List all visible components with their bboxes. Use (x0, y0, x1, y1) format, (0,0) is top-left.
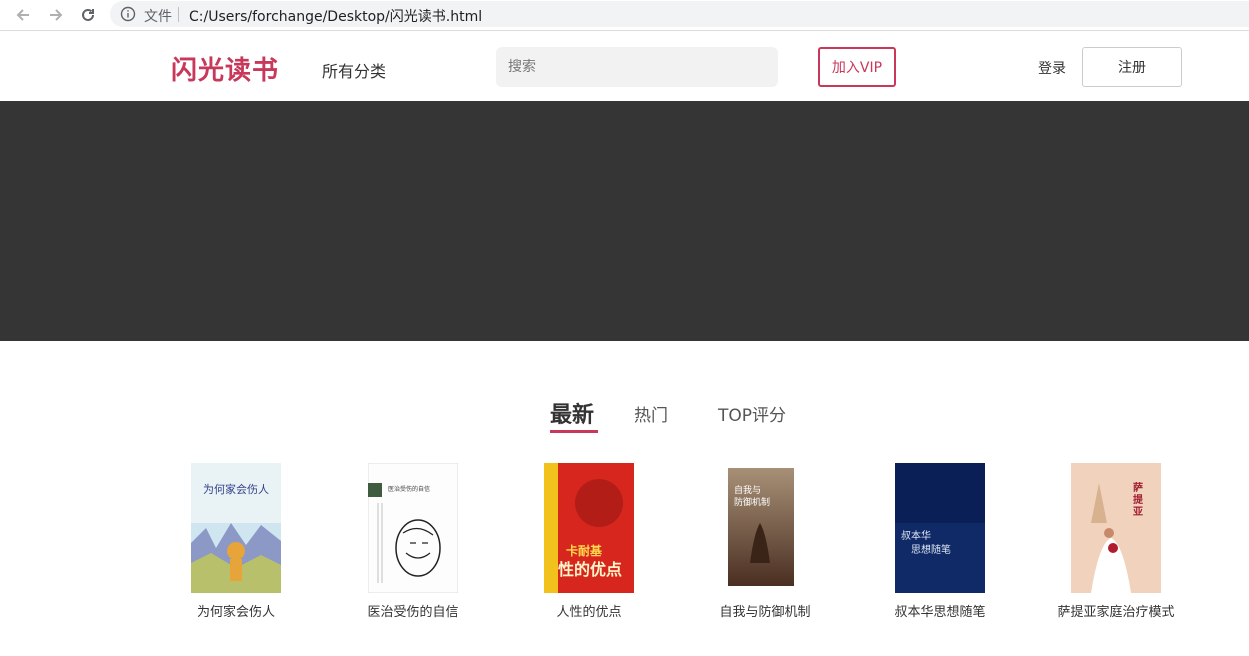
book-title[interactable]: 萨提亚家庭治疗模式 (1028, 601, 1204, 620)
svg-text:自我与: 自我与 (734, 484, 761, 496)
svg-text:为何家会伤人: 为何家会伤人 (203, 482, 269, 496)
svg-text:思想随笔: 思想随笔 (911, 543, 951, 556)
tab-latest[interactable]: 最新 (550, 397, 594, 429)
book-cover[interactable]: 自我与 防御机制 (720, 463, 810, 593)
svg-text:亚: 亚 (1133, 506, 1143, 518)
register-button[interactable]: 注册 (1082, 47, 1182, 87)
arrow-left-icon (16, 9, 29, 21)
book-title[interactable]: 人性的优点 (501, 601, 677, 620)
tab-top-rated[interactable]: TOP评分 (718, 401, 786, 426)
address-bar[interactable]: 文件 C:/Users/forchange/Desktop/闪光读书.html (110, 1, 1249, 27)
book-cover[interactable]: 叔本华 思想随笔 (895, 463, 985, 593)
address-url[interactable]: C:/Users/forchange/Desktop/闪光读书.html (189, 6, 482, 26)
active-tab-indicator (550, 430, 598, 433)
svg-text:萨: 萨 (1133, 481, 1143, 494)
book-cover[interactable]: 卡耐基 性的优点 (544, 463, 634, 593)
book-cover[interactable]: 医治受伤的自信 (368, 463, 458, 593)
all-categories-link[interactable]: 所有分类 (322, 58, 386, 82)
info-icon[interactable] (120, 6, 136, 22)
arrow-right-icon (50, 9, 63, 21)
svg-text:叔本华: 叔本华 (901, 529, 931, 542)
book-card[interactable]: 叔本华 思想随笔 叔本华思想随笔 (852, 463, 1028, 620)
svg-text:防御机制: 防御机制 (734, 496, 770, 508)
hero-banner (0, 101, 1249, 341)
book-card[interactable]: 萨 提 亚 萨提亚家庭治疗模式 (1028, 463, 1204, 620)
back-button[interactable] (11, 3, 35, 27)
book-card[interactable]: 为何家会伤人 为何家会伤人 (148, 463, 324, 620)
book-title[interactable]: 为何家会伤人 (148, 601, 324, 620)
book-card[interactable]: 医治受伤的自信 医治受伤的自信 (325, 463, 501, 620)
svg-text:医治受伤的自信: 医治受伤的自信 (388, 485, 430, 493)
address-scheme-label: 文件 (144, 9, 172, 25)
book-card[interactable]: 自我与 防御机制 自我与防御机制 (677, 463, 853, 620)
site-header: 闪光读书 所有分类 加入VIP 登录 注册 (0, 33, 1249, 101)
svg-text:卡耐基: 卡耐基 (566, 543, 603, 558)
site-logo[interactable]: 闪光读书 (171, 50, 279, 87)
book-title[interactable]: 叔本华思想随笔 (852, 601, 1028, 620)
book-title[interactable]: 医治受伤的自信 (325, 601, 501, 620)
svg-text:性的优点: 性的优点 (558, 560, 622, 579)
search-input[interactable] (496, 47, 778, 87)
svg-text:提: 提 (1133, 493, 1144, 506)
browser-toolbar: 文件 C:/Users/forchange/Desktop/闪光读书.html (0, 0, 1249, 31)
reload-button[interactable] (76, 3, 100, 27)
join-vip-button[interactable]: 加入VIP (818, 47, 896, 87)
address-divider (178, 7, 179, 22)
book-cover[interactable]: 为何家会伤人 (191, 463, 281, 593)
login-link[interactable]: 登录 (1038, 58, 1066, 78)
tab-popular[interactable]: 热门 (634, 401, 668, 426)
book-card[interactable]: 卡耐基 性的优点 人性的优点 (501, 463, 677, 620)
forward-button[interactable] (44, 3, 68, 27)
book-cover[interactable]: 萨 提 亚 (1071, 463, 1161, 593)
book-title[interactable]: 自我与防御机制 (677, 601, 853, 620)
reload-icon (82, 8, 94, 21)
